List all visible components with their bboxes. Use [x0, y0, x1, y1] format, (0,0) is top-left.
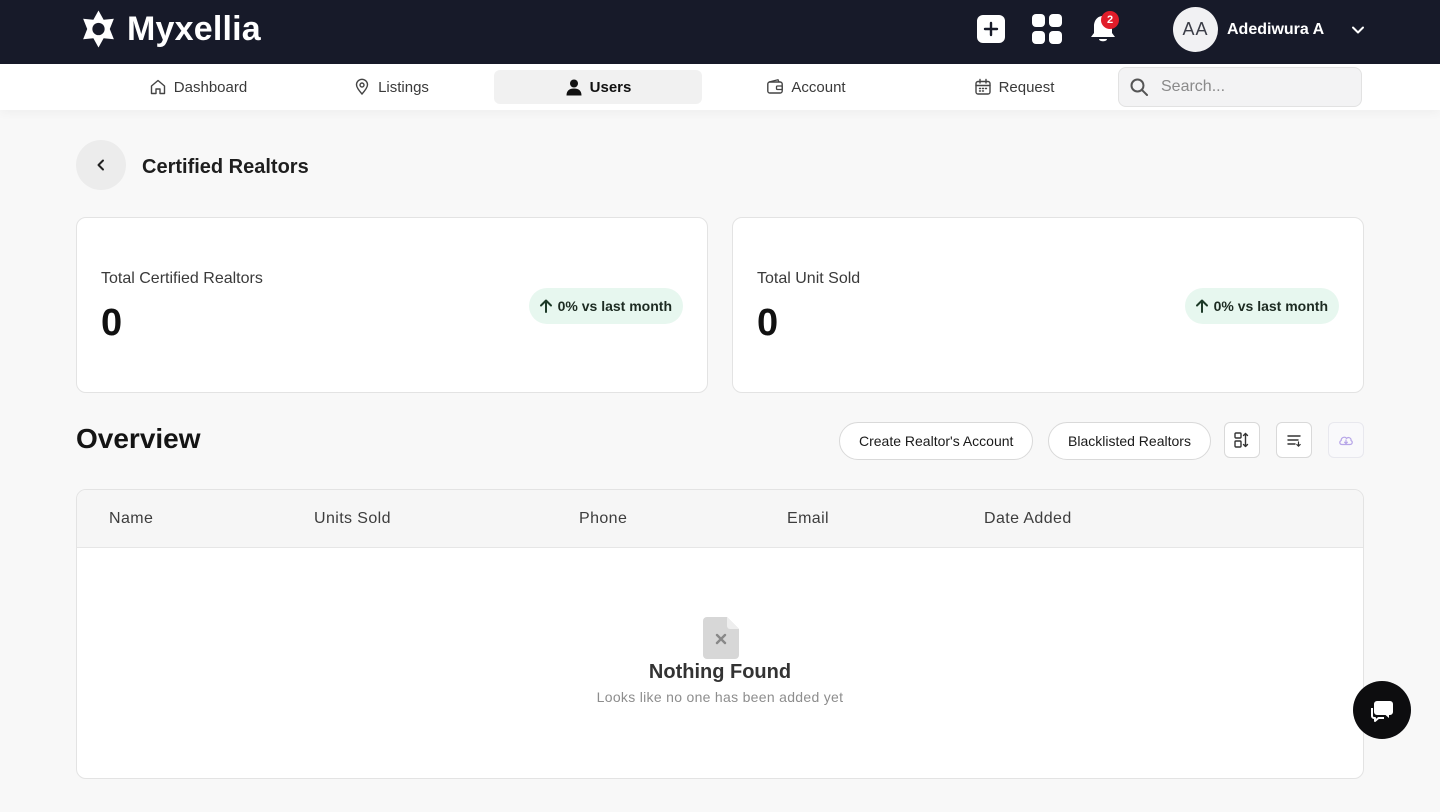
nav-item-users[interactable]: Users: [494, 70, 702, 104]
stat-value: 0: [757, 302, 779, 344]
page-title: Certified Realtors: [142, 156, 309, 178]
blacklisted-realtors-button[interactable]: Blacklisted Realtors: [1048, 422, 1211, 460]
chevron-down-icon[interactable]: [1351, 23, 1365, 37]
nav-item-label: Users: [589, 78, 632, 96]
brand-name: Myxellia: [127, 9, 261, 48]
back-button[interactable]: [76, 140, 126, 190]
create-realtor-account-button[interactable]: Create Realtor's Account: [839, 422, 1034, 460]
stat-card-units-sold: Total Unit Sold 0 0% vs last month: [732, 217, 1364, 393]
column-header-name[interactable]: Name: [109, 510, 153, 528]
avatar: AA: [1173, 7, 1218, 52]
column-header-date-added[interactable]: Date Added: [984, 510, 1072, 528]
chat-button[interactable]: [1353, 681, 1411, 739]
calendar-icon: [974, 78, 991, 95]
nav-item-label: Listings: [378, 78, 429, 96]
nav-item-dashboard[interactable]: Dashboard: [94, 70, 302, 104]
column-header-units-sold[interactable]: Units Sold: [314, 510, 391, 528]
download-button[interactable]: [1328, 422, 1364, 458]
chevron-left-icon: [97, 159, 104, 171]
arrow-up-icon: [1195, 299, 1208, 313]
cloud-download-icon: [1339, 436, 1353, 446]
apps-grid-icon[interactable]: [1032, 14, 1062, 44]
table-header: Name Units Sold Phone Email Date Added: [77, 490, 1363, 548]
nav-item-listings[interactable]: Listings: [287, 70, 495, 104]
stat-label: Total Unit Sold: [757, 270, 861, 287]
stat-change-text: 0% vs last month: [557, 298, 672, 314]
nav-item-label: Request: [998, 78, 1055, 96]
overview-title: Overview: [76, 423, 201, 454]
empty-state-title: Nothing Found: [648, 661, 792, 683]
column-header-phone[interactable]: Phone: [579, 510, 627, 528]
stat-card-certified-realtors: Total Certified Realtors 0 0% vs last mo…: [76, 217, 708, 393]
home-icon: [150, 79, 165, 95]
map-pin-icon: [355, 78, 369, 96]
empty-file-icon: [703, 617, 739, 659]
notification-badge: 2: [1101, 11, 1119, 29]
user-menu[interactable]: AA Adediwura A: [1173, 7, 1365, 52]
column-header-email[interactable]: Email: [787, 510, 829, 528]
sort-button[interactable]: [1224, 422, 1260, 458]
stat-value: 0: [101, 302, 123, 344]
main-nav: Dashboard Listings Users Account Request: [0, 64, 1440, 110]
arrow-up-icon: [539, 299, 552, 313]
filter-button[interactable]: [1276, 422, 1312, 458]
user-icon: [566, 79, 582, 96]
top-bar: Myxellia 2 AA Adediwura A: [0, 0, 1440, 64]
search-input[interactable]: [1161, 78, 1341, 96]
realtors-table: Name Units Sold Phone Email Date Added N…: [76, 489, 1364, 779]
filter-lines-icon: [1287, 435, 1301, 448]
brand-logo[interactable]: Myxellia: [78, 8, 261, 50]
user-name: Adediwura A: [1227, 20, 1325, 38]
stat-change-badge: 0% vs last month: [528, 288, 683, 324]
search-box[interactable]: [1118, 67, 1362, 107]
stat-label: Total Certified Realtors: [101, 270, 263, 287]
empty-state-subtitle: Looks like no one has been added yet: [596, 689, 844, 705]
create-button[interactable]: [977, 15, 1005, 43]
nav-item-account[interactable]: Account: [702, 70, 910, 104]
stat-change-badge: 0% vs last month: [1184, 288, 1339, 324]
sort-icon: [1234, 432, 1249, 448]
nav-item-request[interactable]: Request: [910, 70, 1118, 104]
nav-item-label: Dashboard: [173, 78, 248, 96]
nav-item-label: Account: [791, 78, 846, 96]
search-icon: [1130, 78, 1148, 96]
wallet-icon: [767, 79, 784, 94]
logo-star-icon: [83, 10, 114, 48]
plus-icon: [983, 21, 999, 37]
stat-change-text: 0% vs last month: [1213, 298, 1328, 314]
chat-bubble-icon: [1371, 701, 1393, 722]
